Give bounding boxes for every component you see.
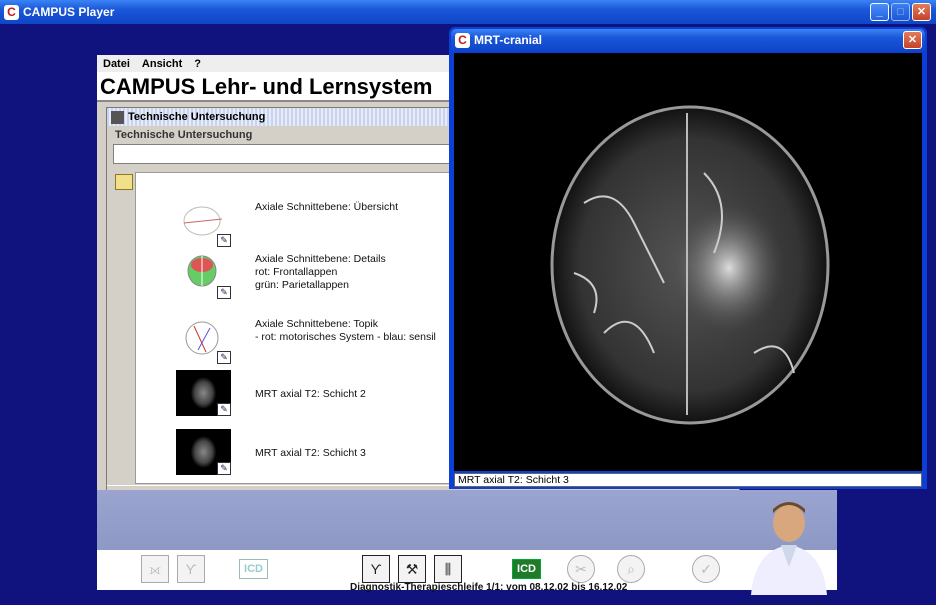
zoom-badge-icon: ✎ (217, 234, 231, 247)
item-label: Axiale Schnittebene: Topik (255, 318, 378, 330)
mrt-slice2-thumbnail[interactable]: ✎ (176, 370, 231, 416)
lab-tubes-icon[interactable]: ⫼ (434, 555, 462, 583)
item-label: rot: Frontallappen (255, 266, 338, 278)
zoom-badge-icon: ✎ (217, 403, 231, 416)
icd-button[interactable]: ICD (512, 559, 541, 579)
zoom-badge-icon: ✎ (217, 286, 231, 299)
hand-icon (111, 110, 124, 124)
item-label: Axiale Schnittebene: Details (255, 253, 386, 265)
mrt-cranial-window: C MRT-cranial ✕ MRT axial T2: Schicht 3 (449, 27, 927, 489)
item-label: MRT axial T2: Schicht 3 (255, 447, 366, 459)
maximize-button[interactable]: □ (891, 3, 910, 21)
office-scene (97, 490, 837, 550)
app-title-bar: C CAMPUS Player _ □ ✕ (0, 0, 936, 24)
item-label: MRT axial T2: Schicht 2 (255, 388, 366, 400)
anamnesis-icon[interactable]: ⟗ (141, 555, 169, 583)
icd-button-disabled[interactable]: ICD (239, 559, 268, 579)
list-item[interactable]: ✎ Axiale Schnittebene: Übersicht (176, 201, 398, 247)
examination-icon[interactable]: ϒ (177, 555, 205, 583)
menu-help[interactable]: ? (194, 58, 201, 70)
tools-icon[interactable]: ⚒ (398, 555, 426, 583)
menu-datei[interactable]: Datei (103, 58, 130, 70)
checkmark-icon[interactable]: ✓ (692, 555, 720, 583)
search-icon[interactable]: ⌕ (617, 555, 645, 583)
item-label: Axiale Schnittebene: Übersicht (255, 201, 398, 213)
menu-ansicht[interactable]: Ansicht (142, 58, 182, 70)
stethoscope-icon[interactable]: ϒ (362, 555, 390, 583)
zoom-badge-icon: ✎ (217, 462, 231, 475)
list-item[interactable]: ✎ Axiale Schnittebene: Details rot: Fron… (176, 253, 386, 299)
zoom-badge-icon: ✎ (217, 351, 231, 364)
app-title: CAMPUS Player (23, 5, 115, 19)
campus-logo-icon: C (455, 32, 470, 48)
mrt-slice3-thumbnail[interactable]: ✎ (176, 429, 231, 475)
brain-scan-image (550, 105, 830, 425)
skull-sketch-thumbnail[interactable]: ✎ (176, 201, 231, 247)
therapy-icon[interactable]: ✂ (567, 555, 595, 583)
close-app-button[interactable]: ✕ (912, 3, 931, 21)
mrt-title-bar: C MRT-cranial ✕ (451, 29, 925, 51)
item-label: - rot: motorisches System - blau: sensil (255, 331, 436, 343)
mrt-caption: MRT axial T2: Schicht 3 (454, 473, 922, 487)
list-item[interactable]: ✎ Axiale Schnittebene: Topik - rot: moto… (176, 318, 436, 364)
doctor-avatar (751, 502, 827, 595)
campus-logo-icon: C (4, 4, 19, 20)
mrt-title: MRT-cranial (474, 33, 543, 47)
item-label: grün: Parietallappen (255, 279, 349, 291)
close-mrt-button[interactable]: ✕ (903, 31, 922, 49)
minimize-button[interactable]: _ (870, 3, 889, 21)
brain-lobes-thumbnail[interactable]: ✎ (176, 253, 231, 299)
inner-title: Technische Untersuchung (128, 111, 266, 123)
mrt-image (454, 53, 922, 471)
workflow-status: Diagnostik-Therapieschleife 1/1: vom 08.… (350, 582, 628, 593)
folder-icon[interactable] (115, 174, 133, 190)
brain-topic-thumbnail[interactable]: ✎ (176, 318, 231, 364)
list-item[interactable]: ✎ MRT axial T2: Schicht 2 (176, 370, 366, 416)
list-item[interactable]: ✎ MRT axial T2: Schicht 3 (176, 429, 366, 475)
